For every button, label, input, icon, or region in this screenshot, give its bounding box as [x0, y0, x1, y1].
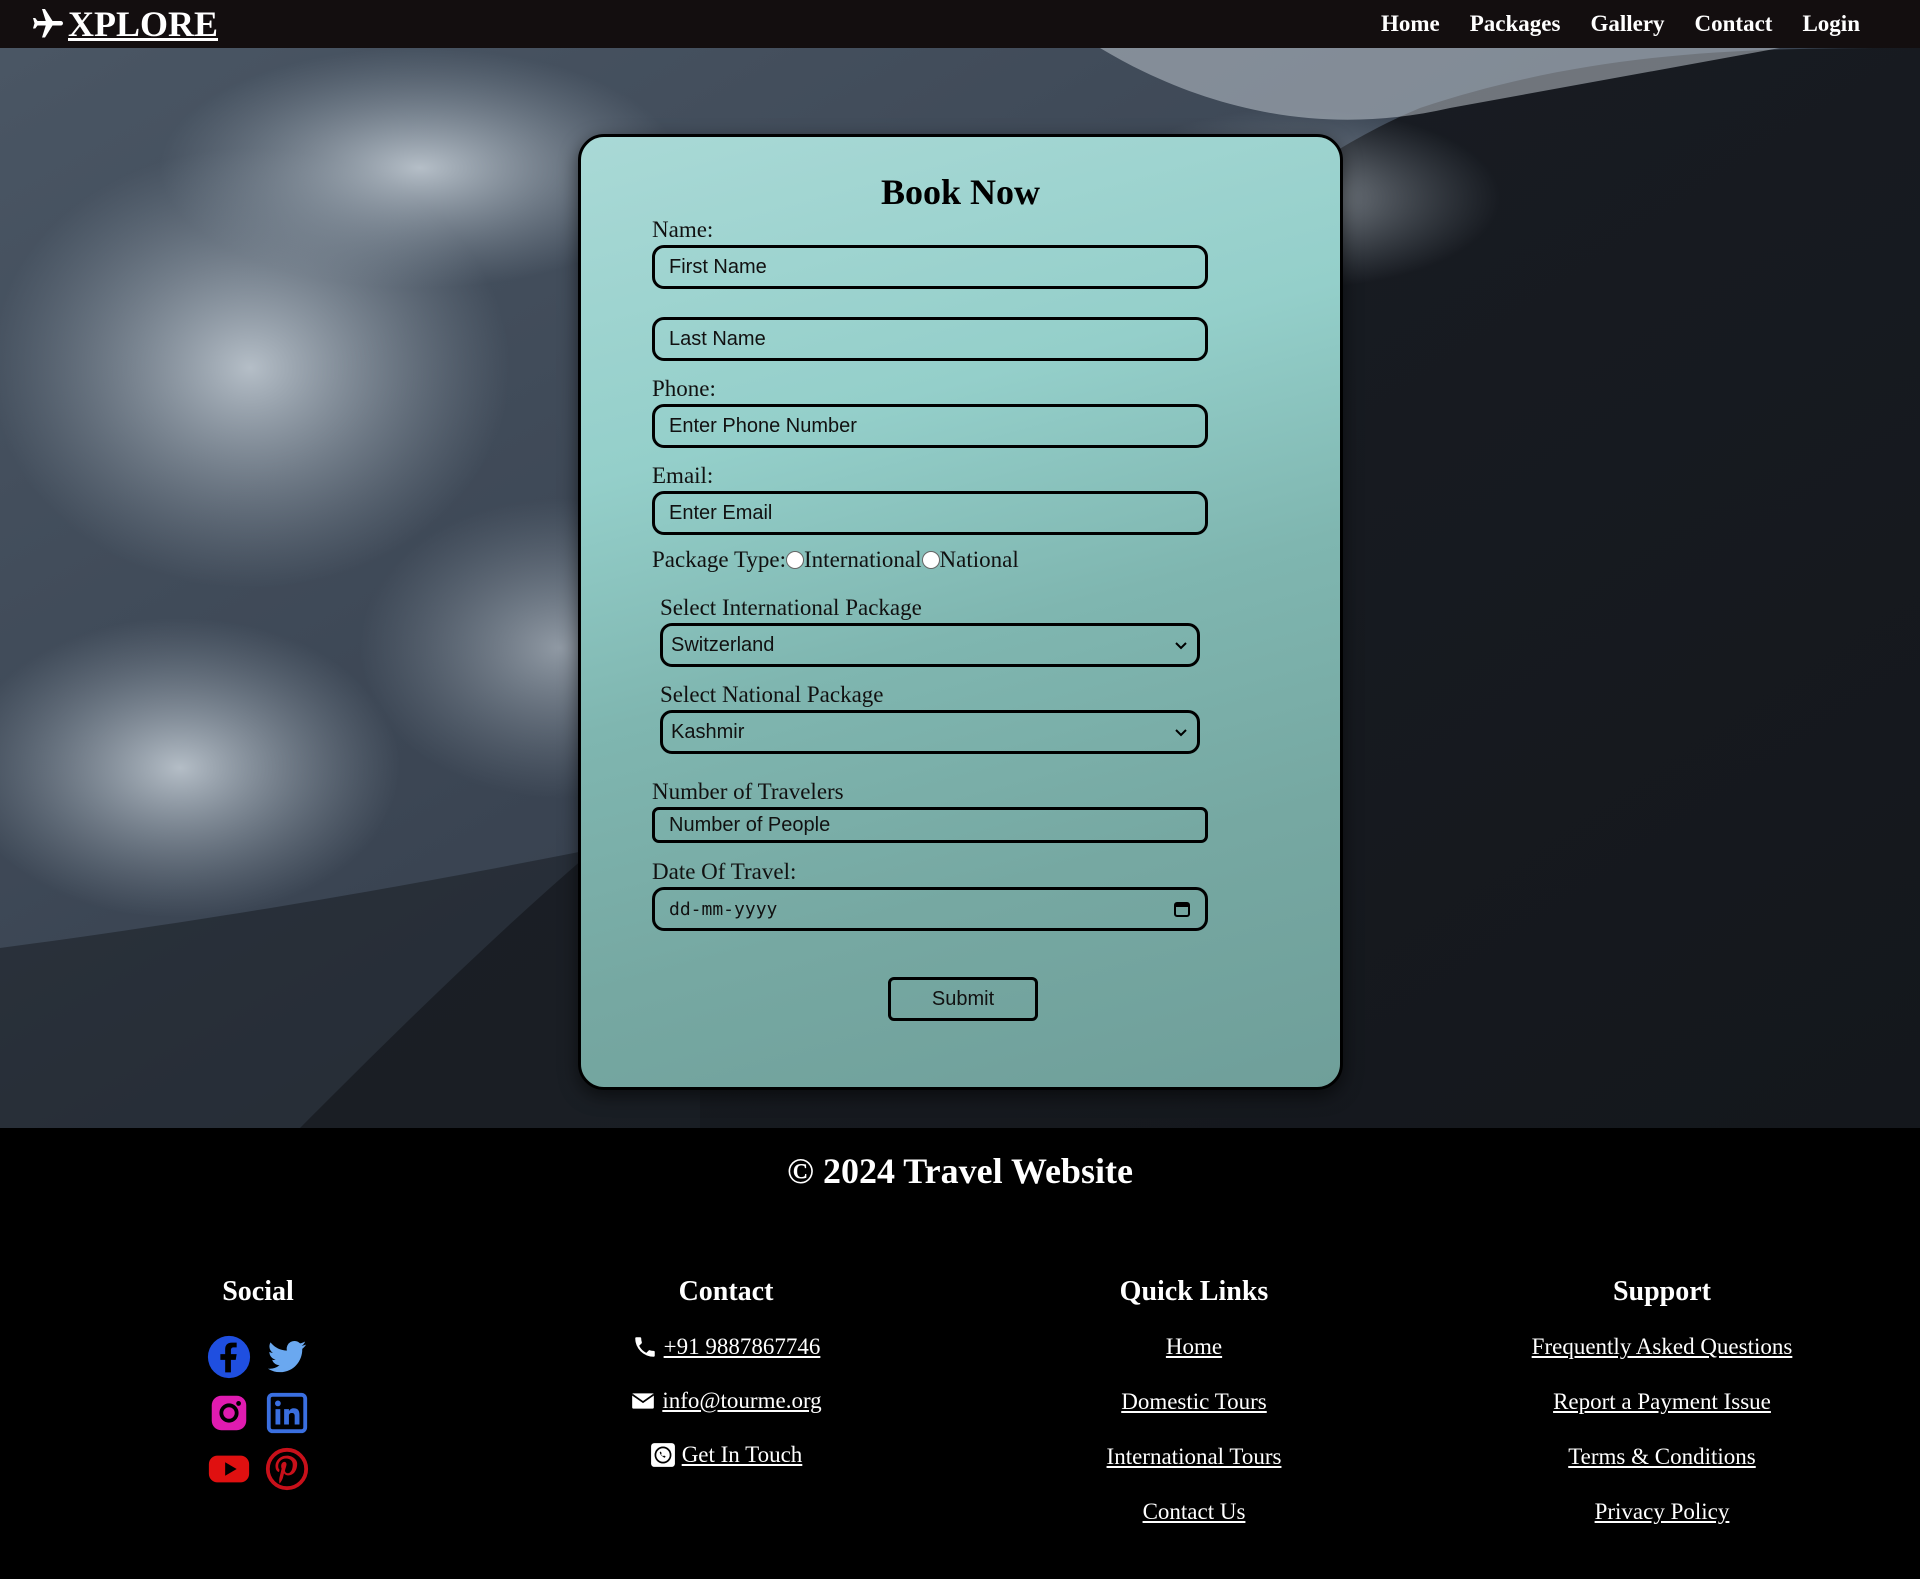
nav-packages[interactable]: Packages: [1470, 11, 1561, 37]
package-type-row: Package Type: International National: [652, 547, 1019, 573]
brand-logo[interactable]: XPLORE: [30, 3, 218, 45]
footer-support: Support Frequently Asked Questions Repor…: [1422, 1276, 1902, 1554]
radio-international-label[interactable]: International: [804, 547, 922, 572]
phone-placeholder: Enter Phone Number: [669, 414, 857, 437]
date-placeholder: dd-mm-yyyy: [669, 898, 778, 920]
radio-national-label[interactable]: National: [940, 547, 1019, 572]
first-name-placeholder: First Name: [669, 255, 767, 278]
footer-quick-links: Quick Links Home Domestic Tours Internat…: [954, 1276, 1434, 1554]
date-label: Date Of Travel:: [652, 859, 797, 884]
contact-phone-row: +91 9887867746: [486, 1334, 966, 1360]
footer-social: Social: [18, 1276, 498, 1492]
radio-international[interactable]: [786, 551, 805, 569]
contact-whatsapp-link[interactable]: Get In Touch: [682, 1442, 803, 1468]
phone-input[interactable]: Enter Phone Number: [652, 404, 1208, 448]
travelers-label: Number of Travelers: [652, 779, 844, 804]
quick-link-home[interactable]: Home: [954, 1334, 1434, 1360]
travelers-input[interactable]: Number of People: [652, 807, 1208, 843]
support-terms-link[interactable]: Terms & Conditions: [1422, 1444, 1902, 1470]
instagram-icon[interactable]: [205, 1390, 253, 1436]
email-label: Email:: [652, 463, 714, 488]
quick-link-international-tours[interactable]: International Tours: [954, 1444, 1434, 1470]
radio-national[interactable]: [921, 551, 940, 569]
contact-email-row: info@tourme.org: [486, 1388, 966, 1414]
travelers-placeholder: Number of People: [669, 813, 831, 836]
contact-email-link[interactable]: info@tourme.org: [662, 1388, 821, 1414]
brand-name: XPLORE: [68, 4, 219, 44]
form-title: Book Now: [880, 172, 1041, 212]
hero-background: Book Now Name: First Name Last Name Phon…: [0, 48, 1920, 1128]
footer-contact: Contact +91 9887867746 info@tourme.org G…: [486, 1276, 966, 1496]
footer: © 2024 Travel Website Social Contact +91…: [0, 1128, 1920, 1579]
nav-home[interactable]: Home: [1381, 11, 1440, 37]
intl-package-label: Select International Package: [660, 595, 922, 620]
support-title: Support: [1612, 1276, 1712, 1307]
email-placeholder: Enter Email: [669, 501, 773, 524]
phone-label: Phone:: [652, 376, 716, 401]
email-input[interactable]: Enter Email: [652, 491, 1208, 535]
linkedin-icon[interactable]: [263, 1390, 311, 1436]
pinterest-icon[interactable]: [263, 1446, 311, 1492]
contact-whatsapp-row: Get In Touch: [486, 1442, 966, 1468]
social-icons: [18, 1334, 498, 1492]
facebook-icon[interactable]: [205, 1334, 253, 1380]
youtube-icon[interactable]: [205, 1446, 253, 1492]
nav-links: Home Packages Gallery Contact Login: [1381, 11, 1860, 37]
intl-package-value: Switzerland: [671, 633, 775, 656]
copyright-text: © 2024 Travel Website: [787, 1151, 1133, 1191]
support-privacy-link[interactable]: Privacy Policy: [1422, 1499, 1902, 1525]
contact-phone-link[interactable]: +91 9887867746: [664, 1334, 821, 1360]
date-input[interactable]: dd-mm-yyyy: [652, 887, 1208, 931]
nav-contact[interactable]: Contact: [1695, 11, 1773, 37]
first-name-input[interactable]: First Name: [652, 245, 1208, 289]
package-type-label: Package Type:: [652, 547, 787, 572]
airplane-icon: [33, 9, 63, 38]
intl-package-select[interactable]: Switzerland: [660, 623, 1200, 667]
quick-link-contact-us[interactable]: Contact Us: [954, 1499, 1434, 1525]
name-label: Name:: [652, 217, 714, 242]
whatsapp-icon: [650, 1443, 675, 1467]
national-package-value: Kashmir: [671, 720, 745, 743]
booking-form-card: Book Now Name: First Name Last Name Phon…: [578, 134, 1343, 1090]
nav-gallery[interactable]: Gallery: [1590, 11, 1664, 37]
chevron-down-icon: [1175, 729, 1187, 737]
calendar-icon[interactable]: [1173, 900, 1191, 918]
support-faq-link[interactable]: Frequently Asked Questions: [1422, 1334, 1902, 1360]
envelope-icon: [631, 1393, 655, 1409]
nav-login[interactable]: Login: [1802, 11, 1860, 37]
navbar: XPLORE Home Packages Gallery Contact Log…: [0, 0, 1920, 48]
last-name-input[interactable]: Last Name: [652, 317, 1208, 361]
quick-link-domestic-tours[interactable]: Domestic Tours: [954, 1389, 1434, 1415]
twitter-icon[interactable]: [263, 1334, 311, 1380]
national-package-select[interactable]: Kashmir: [660, 710, 1200, 754]
social-title: Social: [222, 1276, 294, 1307]
phone-icon: [634, 1337, 655, 1357]
chevron-down-icon: [1175, 642, 1187, 650]
quick-links-title: Quick Links: [1119, 1276, 1269, 1307]
national-package-label: Select National Package: [660, 682, 884, 707]
contact-title: Contact: [678, 1276, 774, 1307]
last-name-placeholder: Last Name: [669, 327, 766, 350]
submit-button[interactable]: Submit: [888, 977, 1038, 1021]
support-payment-issue-link[interactable]: Report a Payment Issue: [1422, 1389, 1902, 1415]
